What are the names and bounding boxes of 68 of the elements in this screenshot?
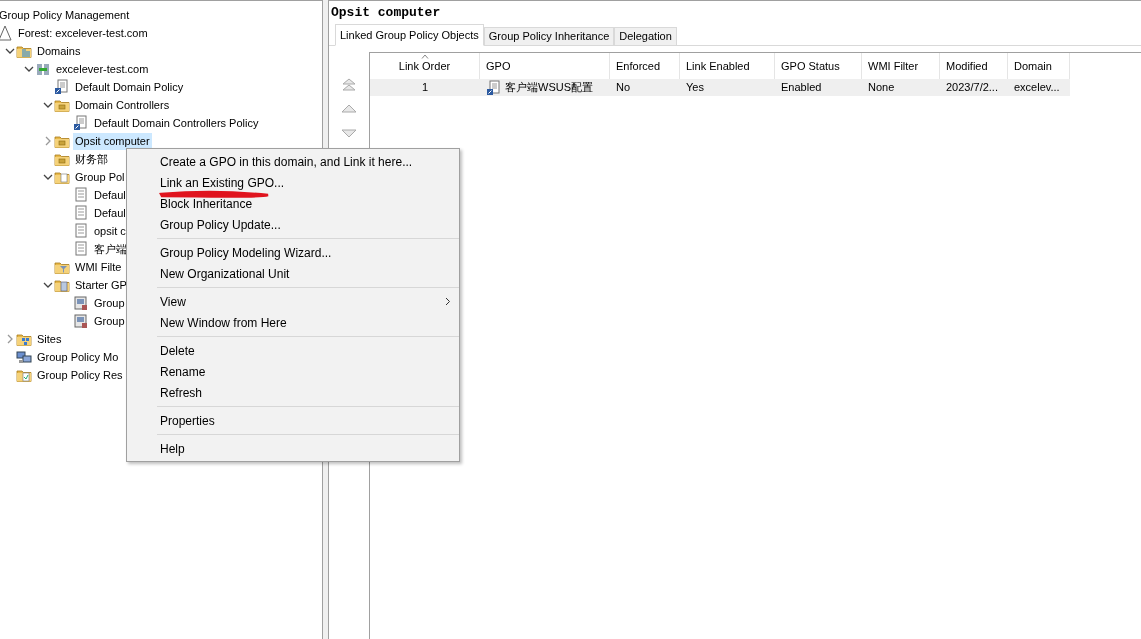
tree-item[interactable]: Group Policy Res	[35, 366, 125, 384]
menu-item[interactable]: Block Inheritance	[127, 193, 459, 214]
menu-item[interactable]: New Window from Here	[157, 312, 459, 333]
menu-item[interactable]: Link an Existing GPO...	[127, 172, 459, 193]
menu-item[interactable]: Properties	[157, 410, 459, 431]
menu-item[interactable]: Rename	[157, 361, 459, 382]
table-cell-text: 2023/7/2...	[946, 80, 998, 96]
tree-item[interactable]: Domain Controllers	[73, 96, 172, 114]
tree-item[interactable]: Domains	[35, 42, 83, 60]
tree-item[interactable]: Group Policy Management	[0, 6, 132, 24]
menu-item[interactable]: Create a GPO in this domain, and Link it here...	[127, 151, 459, 172]
menu-item[interactable]: Group Policy Modeling Wizard...	[157, 242, 459, 263]
folder-icon	[54, 151, 70, 167]
tree-item[interactable]: WMI Filte	[73, 258, 124, 276]
document-icon	[73, 313, 89, 329]
folder-document-icon	[54, 277, 70, 293]
scroll-link-icon	[73, 115, 89, 131]
tree-item[interactable]: Default Domain Policy	[73, 78, 186, 96]
table-cell-text: No	[616, 80, 631, 96]
tree-item[interactable]: Opsit computer	[73, 132, 152, 150]
table-cell-text: None	[868, 80, 895, 96]
folder-check-icon	[16, 367, 32, 383]
scroll-icon	[73, 187, 89, 203]
computers-icon	[16, 349, 32, 365]
tree-item[interactable]: 客户端	[92, 240, 129, 258]
table-cell-text: Yes	[686, 80, 704, 96]
scroll-link-icon	[54, 79, 70, 95]
menu-item[interactable]: Group Policy Update...	[127, 214, 459, 235]
table-cell-text: excelev...	[1014, 80, 1060, 96]
tree-item[interactable]: Defaul	[92, 204, 128, 222]
folder-funnel-icon	[54, 259, 70, 275]
folder-servers-icon	[16, 43, 32, 59]
tree-item[interactable]: Group Pol	[73, 168, 127, 186]
tree-item[interactable]: Group	[92, 294, 127, 312]
tree-item[interactable]: Default Domain Controllers Policy	[92, 114, 261, 132]
sort-caret-icon	[420, 54, 429, 59]
table-cell-text: Enabled	[781, 80, 822, 96]
tree-item[interactable]: excelever-test.com	[54, 60, 151, 78]
table-cell-text: 1	[421, 80, 429, 96]
table-row[interactable]: 1 客户端WSUS配置 No Yes Enabled None 2023/7/2... excelev...	[370, 79, 1070, 96]
menu-item[interactable]: Help	[157, 438, 459, 459]
chevron-right-icon	[445, 297, 451, 306]
tree-item[interactable]: opsit c	[92, 222, 128, 240]
menu-item[interactable]: View	[157, 291, 459, 312]
tree-item[interactable]: Group	[92, 312, 127, 330]
folder-grid-icon	[16, 331, 32, 347]
folder-icon	[54, 133, 70, 149]
document-icon	[73, 295, 89, 311]
tab[interactable]: Group Policy Inheritance	[483, 27, 615, 46]
scroll-icon	[73, 223, 89, 239]
menu-item[interactable]: Delete	[157, 340, 459, 361]
scroll-icon	[73, 241, 89, 257]
menu-item[interactable]: Refresh	[157, 382, 459, 403]
pane-title: Opsit computer	[331, 3, 441, 22]
tree-item[interactable]: Starter GP	[73, 276, 129, 294]
menu-item[interactable]: New Organizational Unit	[157, 263, 459, 284]
tree-item[interactable]: Sites	[35, 330, 64, 348]
folder-scroll-icon	[54, 169, 70, 185]
tab[interactable]: Delegation	[614, 27, 677, 46]
folder-icon	[54, 97, 70, 113]
server-icon	[35, 61, 51, 77]
tree-item[interactable]: Forest: excelever-test.com	[16, 24, 150, 42]
tab[interactable]: Linked Group Policy Objects	[335, 24, 484, 46]
tree-item[interactable]: Group Policy Mo	[35, 348, 121, 366]
scroll-icon	[73, 205, 89, 221]
table-cell-text: 客户端WSUS配置	[505, 80, 593, 96]
tree-item[interactable]: 财务部	[73, 150, 110, 168]
tree-item[interactable]: Defaul	[92, 186, 128, 204]
